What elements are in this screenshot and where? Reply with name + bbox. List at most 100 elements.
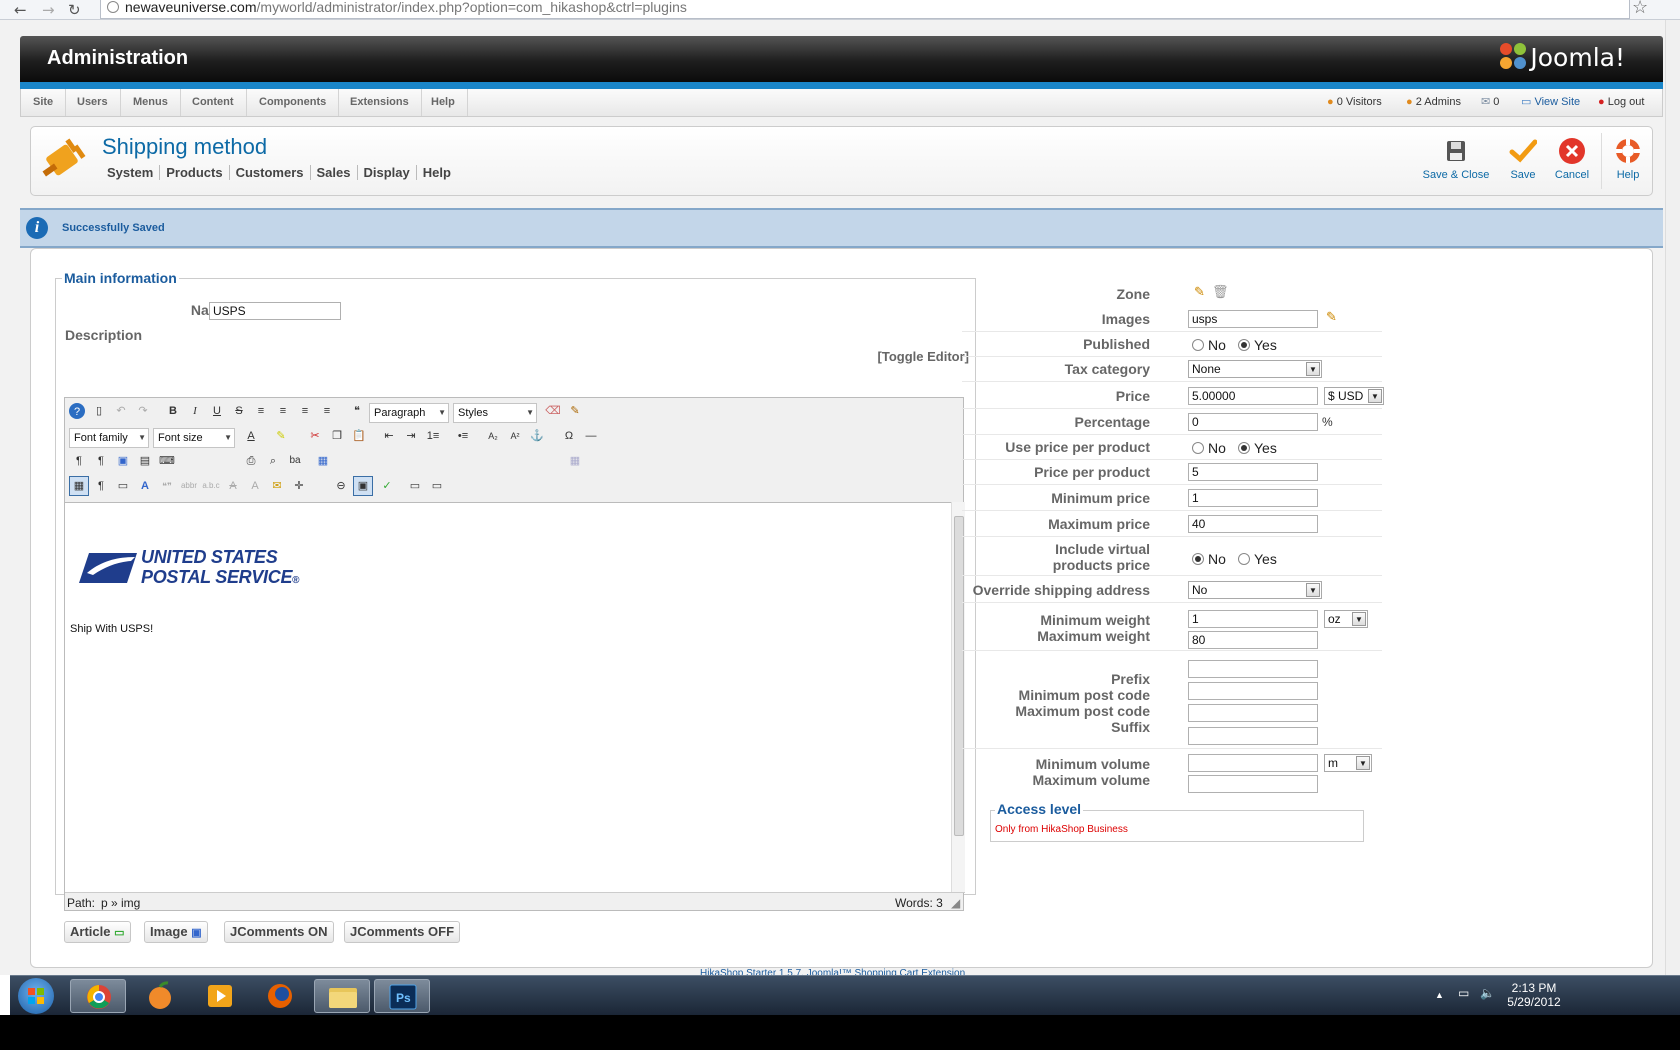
editor-content-area[interactable]: UNITED STATES POSTAL SERVICE® Ship With … bbox=[65, 502, 951, 892]
suffix-input[interactable] bbox=[1188, 727, 1318, 745]
maximum-price-input[interactable]: 40 bbox=[1188, 515, 1318, 533]
published-yes-radio[interactable] bbox=[1238, 339, 1250, 351]
attributes-icon[interactable]: ✉ bbox=[267, 476, 287, 496]
page-scrollbar[interactable] bbox=[1665, 20, 1680, 975]
cancel-button[interactable]: Cancel bbox=[1551, 137, 1593, 181]
highlight-icon[interactable]: ✎ bbox=[271, 426, 291, 446]
strikethrough-icon[interactable]: S bbox=[229, 401, 249, 421]
copy-icon[interactable]: ❐ bbox=[327, 426, 347, 446]
name-input[interactable]: USPS bbox=[209, 302, 341, 320]
submenu-help[interactable]: Help bbox=[417, 165, 457, 180]
print-icon[interactable]: ⎙ bbox=[241, 451, 261, 471]
tax-category-select[interactable]: None ▼ bbox=[1188, 360, 1322, 378]
edit-image-icon[interactable]: ✎ bbox=[1326, 309, 1337, 325]
fullscreen-icon[interactable]: ▣ bbox=[113, 451, 133, 471]
subscript-icon[interactable]: A₂ bbox=[483, 426, 503, 446]
delete-mark-icon[interactable]: A bbox=[223, 476, 243, 496]
peach-app-taskbar-button[interactable] bbox=[132, 979, 188, 1013]
link-icon[interactable]: ⊖ bbox=[331, 476, 351, 496]
forward-icon[interactable]: → bbox=[42, 1, 55, 19]
align-left-icon[interactable]: ≡ bbox=[295, 401, 315, 421]
italic-icon[interactable]: I bbox=[185, 401, 205, 421]
replace-icon[interactable]: ba bbox=[285, 451, 305, 471]
show-hidden-icons-icon[interactable]: ▲ bbox=[1435, 988, 1444, 1002]
path-value[interactable]: p » img bbox=[101, 893, 140, 913]
photoshop-taskbar-button[interactable]: Ps bbox=[374, 979, 430, 1013]
use-price-yes-radio[interactable] bbox=[1238, 442, 1250, 454]
use-price-yes-option[interactable]: Yes bbox=[1238, 440, 1277, 458]
submenu-system[interactable]: System bbox=[101, 165, 161, 180]
help-button[interactable]: Help bbox=[1611, 137, 1645, 181]
acronym-icon[interactable]: a.b.c bbox=[201, 476, 221, 496]
image-icon[interactable]: ▣ bbox=[353, 476, 373, 496]
cut-icon[interactable]: ✂ bbox=[305, 426, 325, 446]
use-price-no-option[interactable]: No bbox=[1192, 440, 1226, 458]
eraser-icon[interactable]: ⌫ bbox=[543, 401, 563, 421]
superscript-icon[interactable]: A² bbox=[505, 426, 525, 446]
underline-icon[interactable]: U bbox=[207, 401, 227, 421]
media-player-taskbar-button[interactable] bbox=[192, 979, 248, 1013]
network-icon[interactable]: ▭ bbox=[1458, 986, 1469, 1000]
bookmark-star-icon[interactable]: ☆ bbox=[1632, 0, 1648, 18]
reload-icon[interactable]: ↻ bbox=[68, 1, 81, 19]
text-color-icon[interactable]: A bbox=[241, 426, 261, 446]
format-select[interactable]: Paragraph ▼ bbox=[369, 403, 449, 423]
menu-site[interactable]: Site bbox=[21, 89, 67, 116]
indent-icon[interactable]: ⇥ bbox=[401, 426, 421, 446]
minimum-volume-input[interactable] bbox=[1188, 754, 1318, 772]
styles-select[interactable]: Styles ▼ bbox=[453, 403, 537, 423]
view-site-link[interactable]: ▭ View Site bbox=[1521, 89, 1580, 116]
table-row-icon[interactable]: ▦ bbox=[565, 451, 585, 471]
bullet-list-icon[interactable]: •≡ bbox=[453, 426, 473, 446]
chrome-taskbar-button[interactable] bbox=[70, 979, 126, 1013]
article-button[interactable]: Article ▭ bbox=[64, 921, 131, 943]
rtl-icon[interactable]: ¶ bbox=[91, 451, 111, 471]
price-input[interactable]: 5.00000 bbox=[1188, 387, 1318, 405]
jcomments-off-button[interactable]: JComments OFF bbox=[344, 921, 461, 943]
logout-link[interactable]: ● Log out bbox=[1598, 89, 1644, 116]
menu-extensions[interactable]: Extensions bbox=[338, 89, 422, 116]
ordered-list-icon[interactable]: 1≡ bbox=[423, 426, 443, 446]
percentage-input[interactable]: 0 bbox=[1188, 413, 1318, 431]
redo-icon[interactable]: ↷ bbox=[133, 401, 153, 421]
submenu-sales[interactable]: Sales bbox=[310, 165, 358, 180]
search-icon[interactable]: ⌕ bbox=[263, 451, 283, 471]
weight-unit-select[interactable]: oz ▼ bbox=[1324, 610, 1368, 628]
new-document-icon[interactable]: ▯ bbox=[89, 401, 109, 421]
submenu-products[interactable]: Products bbox=[160, 165, 230, 180]
styles-icon[interactable]: A bbox=[135, 476, 155, 496]
font-family-select[interactable]: Font family ▼ bbox=[69, 428, 149, 448]
special-char-icon[interactable]: Ω bbox=[559, 426, 579, 446]
blockquote-icon[interactable]: ❝ bbox=[347, 401, 367, 421]
maximum-volume-input[interactable] bbox=[1188, 775, 1318, 793]
align-justify-icon[interactable]: ≡ bbox=[251, 401, 271, 421]
price-per-product-input[interactable]: 5 bbox=[1188, 463, 1318, 481]
cite-icon[interactable]: ❝❞ bbox=[157, 476, 177, 496]
currency-select[interactable]: $ USD ▼ bbox=[1324, 387, 1384, 405]
ltr-icon[interactable]: ¶ bbox=[69, 451, 89, 471]
delete-zone-icon[interactable]: 🗑 bbox=[1212, 284, 1229, 300]
published-no-radio[interactable] bbox=[1192, 339, 1204, 351]
published-yes-option[interactable]: Yes bbox=[1238, 337, 1277, 355]
use-price-no-radio[interactable] bbox=[1192, 442, 1204, 454]
override-shipping-select[interactable]: No ▼ bbox=[1188, 581, 1322, 599]
submenu-display[interactable]: Display bbox=[357, 165, 417, 180]
insert-mark-icon[interactable]: A bbox=[245, 476, 265, 496]
edit-zone-icon[interactable]: ✎ bbox=[1194, 284, 1205, 300]
layer-icon[interactable]: ✛ bbox=[289, 476, 309, 496]
font-size-select[interactable]: Font size ▼ bbox=[153, 428, 235, 448]
toggle-editor-link[interactable]: [Toggle Editor] bbox=[811, 349, 969, 364]
save-button[interactable]: Save bbox=[1503, 137, 1543, 181]
menu-menus[interactable]: Menus bbox=[121, 89, 181, 116]
spellcheck-icon[interactable]: ✓ bbox=[377, 476, 397, 496]
menu-content[interactable]: Content bbox=[180, 89, 247, 116]
resize-handle-icon[interactable]: ◢ bbox=[951, 893, 960, 913]
volume-unit-select[interactable]: m ▼ bbox=[1324, 754, 1372, 772]
include-virtual-yes-radio[interactable] bbox=[1238, 553, 1250, 565]
readmore-icon[interactable]: ▭ bbox=[427, 476, 447, 496]
outdent-icon[interactable]: ⇤ bbox=[379, 426, 399, 446]
clock[interactable]: 2:13 PM 5/29/2012 bbox=[1504, 981, 1564, 1009]
pagebreak-icon[interactable]: ▭ bbox=[405, 476, 425, 496]
firefox-taskbar-button[interactable] bbox=[252, 979, 308, 1013]
table-icon[interactable]: ▦ bbox=[313, 451, 333, 471]
